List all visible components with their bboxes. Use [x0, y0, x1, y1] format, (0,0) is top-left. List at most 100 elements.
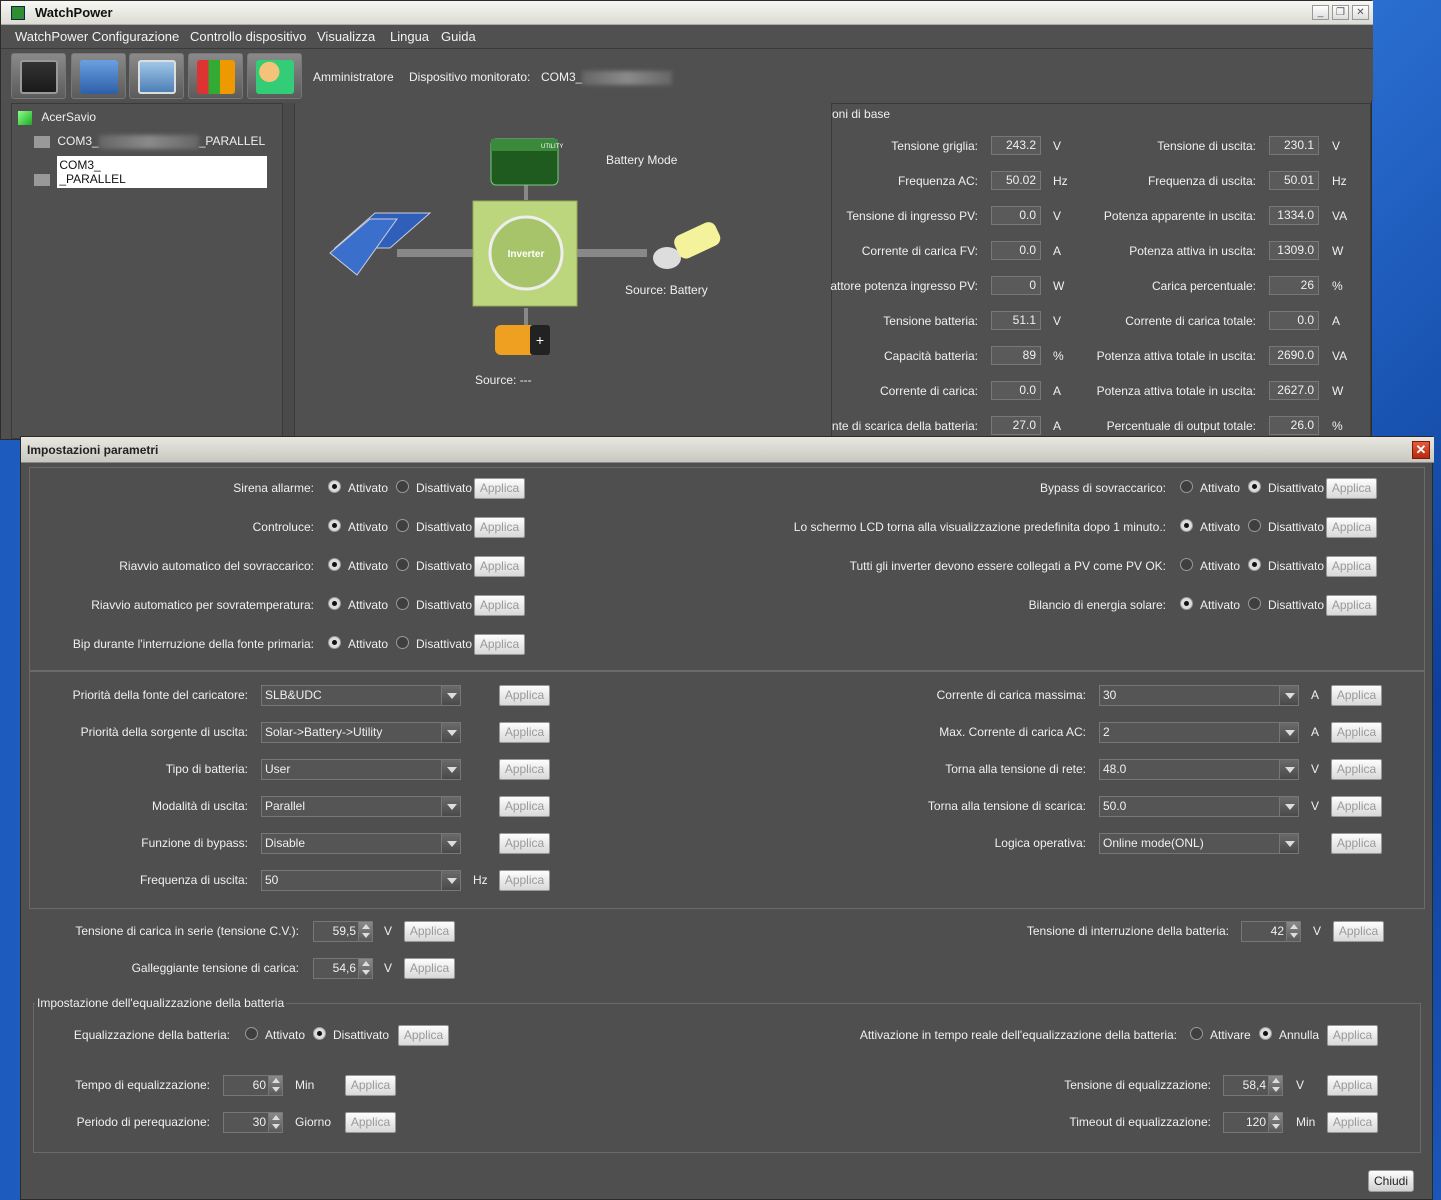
apply-button[interactable]: Applica: [1326, 595, 1377, 616]
setting-select[interactable]: 30: [1099, 685, 1299, 706]
chevron-down-icon[interactable]: [1279, 760, 1298, 779]
apply-button[interactable]: Applica: [1331, 796, 1382, 817]
dialog-close-icon[interactable]: ✕: [1412, 441, 1430, 459]
apply-button[interactable]: Applica: [474, 556, 525, 577]
window-close-button[interactable]: ✕: [1352, 5, 1369, 20]
apply-button[interactable]: Applica: [499, 870, 550, 891]
chevron-down-icon[interactable]: [441, 871, 460, 890]
apply-button[interactable]: Applica: [499, 796, 550, 817]
setting-select[interactable]: User: [261, 759, 461, 780]
radio-on[interactable]: [1190, 1027, 1203, 1040]
setting-spinner[interactable]: 59,5: [313, 921, 373, 942]
setting-select[interactable]: Disable: [261, 833, 461, 854]
photo-button[interactable]: [129, 53, 184, 99]
chevron-down-icon[interactable]: [1279, 797, 1298, 816]
spinner-arrows-icon[interactable]: [358, 959, 372, 978]
radio-off[interactable]: [396, 480, 409, 493]
chevron-down-icon[interactable]: [1279, 686, 1298, 705]
radio-off[interactable]: [1248, 597, 1261, 610]
spinner-arrows-icon[interactable]: [268, 1113, 282, 1132]
setting-select[interactable]: 48.0: [1099, 759, 1299, 780]
setting-select[interactable]: SLB&UDC: [261, 685, 461, 706]
menu-configurazione[interactable]: WatchPower Configurazione: [15, 29, 179, 44]
setting-spinner[interactable]: 54,6: [313, 958, 373, 979]
radio-off[interactable]: [1248, 558, 1261, 571]
apply-button[interactable]: Applica: [404, 958, 455, 979]
radio-off[interactable]: [396, 558, 409, 571]
tree-item[interactable]: COM3_ _PARALLEL: [34, 134, 265, 149]
menu-guida[interactable]: Guida: [441, 29, 476, 44]
spinner-arrows-icon[interactable]: [1268, 1076, 1282, 1095]
apply-button[interactable]: Applica: [1327, 1112, 1378, 1133]
tree-root[interactable]: AcerSavio: [18, 110, 96, 125]
apply-button[interactable]: Applica: [345, 1112, 396, 1133]
settings-button[interactable]: [71, 53, 126, 99]
radio-on[interactable]: [328, 636, 341, 649]
chevron-down-icon[interactable]: [441, 760, 460, 779]
apply-button[interactable]: Applica: [499, 722, 550, 743]
spinner-arrows-icon[interactable]: [1268, 1113, 1282, 1132]
setting-select[interactable]: 50: [261, 870, 461, 891]
radio-off[interactable]: [396, 519, 409, 532]
setting-spinner[interactable]: 120: [1223, 1112, 1283, 1133]
radio-off[interactable]: [1259, 1027, 1272, 1040]
apply-button[interactable]: Applica: [1326, 556, 1377, 577]
apply-button[interactable]: Applica: [499, 759, 550, 780]
chevron-down-icon[interactable]: [441, 723, 460, 742]
radio-off[interactable]: [396, 636, 409, 649]
setting-select[interactable]: Parallel: [261, 796, 461, 817]
menu-controllo-dispositivo[interactable]: Controllo dispositivo: [190, 29, 306, 44]
radio-on[interactable]: [1180, 519, 1193, 532]
charts-button[interactable]: [188, 53, 243, 99]
spinner-arrows-icon[interactable]: [1286, 922, 1300, 941]
spinner-arrows-icon[interactable]: [268, 1076, 282, 1095]
radio-off[interactable]: [313, 1027, 326, 1040]
menu-lingua[interactable]: Lingua: [390, 29, 429, 44]
apply-button[interactable]: Applica: [1327, 1025, 1378, 1046]
apply-button[interactable]: Applica: [1333, 921, 1384, 942]
tree-item-selected[interactable]: COM3__PARALLEL: [34, 156, 268, 188]
setting-spinner[interactable]: 58,4: [1223, 1075, 1283, 1096]
chevron-down-icon[interactable]: [441, 834, 460, 853]
apply-button[interactable]: Applica: [499, 833, 550, 854]
radio-off[interactable]: [1248, 519, 1261, 532]
setting-spinner[interactable]: 42: [1241, 921, 1301, 942]
apply-button[interactable]: Applica: [345, 1075, 396, 1096]
apply-button[interactable]: Applica: [1326, 478, 1377, 499]
setting-select[interactable]: Solar->Battery->Utility: [261, 722, 461, 743]
radio-off[interactable]: [1248, 480, 1261, 493]
chevron-down-icon[interactable]: [441, 686, 460, 705]
menu-visualizza[interactable]: Visualizza: [317, 29, 375, 44]
apply-button[interactable]: Applica: [474, 517, 525, 538]
setting-spinner[interactable]: 30: [223, 1112, 283, 1133]
apply-button[interactable]: Applica: [1331, 759, 1382, 780]
spinner-arrows-icon[interactable]: [358, 922, 372, 941]
apply-button[interactable]: Applica: [1331, 685, 1382, 706]
radio-on[interactable]: [1180, 480, 1193, 493]
setting-spinner[interactable]: 60: [223, 1075, 283, 1096]
apply-button[interactable]: Applica: [474, 634, 525, 655]
radio-on[interactable]: [328, 597, 341, 610]
radio-on[interactable]: [328, 480, 341, 493]
apply-button[interactable]: Applica: [499, 685, 550, 706]
radio-on[interactable]: [245, 1027, 258, 1040]
setting-select[interactable]: 2: [1099, 722, 1299, 743]
apply-button[interactable]: Applica: [1331, 833, 1382, 854]
apply-button[interactable]: Applica: [404, 921, 455, 942]
apply-button[interactable]: Applica: [1327, 1075, 1378, 1096]
setting-select[interactable]: 50.0: [1099, 796, 1299, 817]
radio-on[interactable]: [1180, 597, 1193, 610]
maximize-button[interactable]: ❐: [1332, 5, 1349, 20]
splitter[interactable]: [283, 103, 294, 439]
apply-button[interactable]: Applica: [474, 595, 525, 616]
radio-off[interactable]: [396, 597, 409, 610]
chevron-down-icon[interactable]: [1279, 723, 1298, 742]
apply-button[interactable]: Applica: [474, 478, 525, 499]
monitor-button[interactable]: [11, 53, 66, 99]
radio-on[interactable]: [1180, 558, 1193, 571]
chevron-down-icon[interactable]: [1279, 834, 1298, 853]
radio-on[interactable]: [328, 558, 341, 571]
chevron-down-icon[interactable]: [441, 797, 460, 816]
setting-select[interactable]: Online mode(ONL): [1099, 833, 1299, 854]
apply-button[interactable]: Applica: [1331, 722, 1382, 743]
